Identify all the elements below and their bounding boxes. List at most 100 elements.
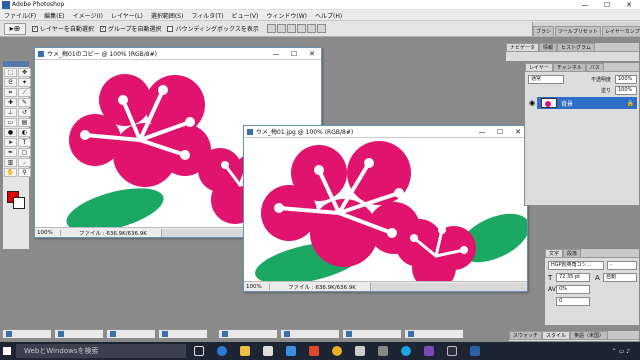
font-size-input[interactable]: 72.35 pt: [556, 273, 590, 282]
tab-channels[interactable]: チャンネル: [552, 63, 586, 71]
tab-swatches[interactable]: スウォッチ: [509, 331, 543, 339]
align-middle-icon[interactable]: [276, 24, 286, 33]
app-button[interactable]: [442, 343, 462, 359]
healing-brush-icon[interactable]: ✚: [4, 98, 17, 107]
type-tool-icon[interactable]: T: [18, 138, 31, 147]
menu-image[interactable]: イメージ(I): [69, 11, 107, 20]
auto-select-layer-option[interactable]: ✓ レイヤーを自動選択: [32, 24, 94, 33]
app-button[interactable]: [373, 343, 393, 359]
minimized-document[interactable]: [342, 329, 402, 339]
path-select-icon[interactable]: ➤: [4, 138, 17, 147]
history-brush-icon[interactable]: ↺: [18, 108, 31, 117]
font-style-select[interactable]: -: [607, 261, 637, 270]
tab-character[interactable]: 文字: [545, 249, 564, 257]
checkbox-icon[interactable]: [167, 25, 174, 32]
bounding-box-option[interactable]: バウンディングボックスを表示: [167, 24, 259, 33]
fill-input[interactable]: 100%: [615, 86, 637, 95]
move-tool-preset[interactable]: ▸⊕: [4, 22, 26, 35]
menu-select[interactable]: 選択範囲(S): [147, 11, 188, 20]
minimize-button[interactable]: —: [267, 50, 285, 58]
tab-styles[interactable]: スタイル: [542, 331, 571, 339]
file-size-info[interactable]: ファイル : 636.9K/636.9K: [61, 229, 161, 237]
minimized-document[interactable]: [54, 329, 104, 339]
gradient-tool-icon[interactable]: ▤: [18, 118, 31, 127]
tracking-input[interactable]: 0%: [556, 285, 590, 294]
align-top-icon[interactable]: [266, 24, 276, 33]
menu-help[interactable]: ヘルプ(H): [311, 11, 346, 20]
minimized-document[interactable]: [158, 329, 208, 339]
photoshop-taskbar-button[interactable]: [465, 343, 485, 359]
dodge-tool-icon[interactable]: ◐: [18, 128, 31, 137]
minimize-button[interactable]: —: [574, 0, 596, 10]
font-family-select[interactable]: HGP創英角ゴシ...: [548, 261, 604, 270]
pen-tool-icon[interactable]: ✒: [4, 148, 17, 157]
start-button[interactable]: [0, 342, 14, 360]
document-canvas[interactable]: [244, 138, 527, 281]
brush-tool-icon[interactable]: ✎: [18, 98, 31, 107]
maximize-button[interactable]: ☐: [491, 128, 509, 136]
task-view-button[interactable]: [189, 343, 209, 359]
tab-paths[interactable]: パス: [585, 63, 604, 71]
align-left-icon[interactable]: [296, 24, 306, 33]
checkbox-icon[interactable]: ✓: [32, 25, 38, 32]
eyedropper-icon[interactable]: ⸝: [18, 158, 31, 167]
app-button[interactable]: [419, 343, 439, 359]
palette-well-tab[interactable]: ブラシ: [533, 26, 554, 36]
skype-button[interactable]: [396, 343, 416, 359]
zoom-level[interactable]: 100%: [244, 283, 270, 290]
minimized-document[interactable]: [404, 329, 464, 339]
shape-tool-icon[interactable]: ▢: [18, 148, 31, 157]
taskbar-search-box[interactable]: WebとWindowsを検索: [16, 344, 186, 358]
eye-icon[interactable]: ◉: [527, 97, 537, 109]
maximize-button[interactable]: ☐: [285, 50, 303, 58]
menu-view[interactable]: ビュー(V): [228, 11, 263, 20]
align-bottom-icon[interactable]: [286, 24, 296, 33]
app-button[interactable]: [281, 343, 301, 359]
document-window-main[interactable]: ウメ_梅01.jpg @ 100% (RGB/8#) — ☐ ✕ 100% ファ…: [243, 125, 528, 292]
menu-edit[interactable]: 編集(E): [40, 11, 68, 20]
notes-tool-icon[interactable]: ▥: [4, 158, 17, 167]
close-button[interactable]: ✕: [618, 0, 640, 10]
palette-well-tab[interactable]: レイヤーカンプ: [601, 26, 640, 36]
marquee-tool-icon[interactable]: ⬚: [4, 68, 17, 77]
leading-input[interactable]: 自動: [603, 273, 637, 282]
close-button[interactable]: ✕: [303, 50, 321, 58]
minimized-document[interactable]: [2, 329, 52, 339]
minimized-document[interactable]: [106, 329, 156, 339]
eraser-tool-icon[interactable]: ▭: [4, 118, 17, 127]
app-button[interactable]: [350, 343, 370, 359]
tab-layers[interactable]: レイヤー: [525, 63, 553, 71]
blend-mode-select[interactable]: 通常: [528, 75, 564, 84]
tab-histogram[interactable]: ヒストグラム: [557, 43, 595, 51]
opacity-input[interactable]: 100%: [615, 75, 637, 84]
minimized-document[interactable]: [218, 329, 278, 339]
horizontal-scrollbar[interactable]: [370, 282, 527, 291]
lasso-tool-icon[interactable]: ᘓ: [4, 78, 17, 87]
move-tool-icon[interactable]: ✥: [18, 68, 31, 77]
zoom-tool-icon[interactable]: ⚲: [18, 168, 31, 177]
hand-tool-icon[interactable]: ✋: [4, 168, 17, 177]
align-right-icon[interactable]: [316, 24, 326, 33]
minimized-document[interactable]: [280, 329, 340, 339]
menu-window[interactable]: ウィンドウ(W): [262, 11, 311, 20]
background-color-swatch[interactable]: [13, 197, 25, 209]
file-size-info[interactable]: ファイル : 636.9K/636.9K: [270, 283, 370, 291]
app-button[interactable]: [304, 343, 324, 359]
align-center-icon[interactable]: [306, 24, 316, 33]
checkbox-icon[interactable]: ✓: [99, 25, 106, 32]
blur-tool-icon[interactable]: ●: [4, 128, 17, 137]
crop-tool-icon[interactable]: ⌗: [4, 88, 17, 97]
clone-stamp-icon[interactable]: ⊥: [4, 108, 17, 117]
zoom-level[interactable]: 100%: [35, 229, 61, 236]
menu-filter[interactable]: フィルタ(T): [187, 11, 227, 20]
tab-paragraph[interactable]: 段落: [563, 249, 582, 257]
maximize-button[interactable]: ☐: [596, 0, 618, 10]
tab-navigator[interactable]: ナビゲータ: [506, 43, 540, 51]
auto-select-group-option[interactable]: ✓ グループを自動選択: [99, 24, 161, 33]
document-title-bar[interactable]: ウメ_梅01のコピー @ 100% (RGB/8#) — ☐ ✕: [35, 48, 321, 60]
slice-tool-icon[interactable]: ⟋: [18, 88, 31, 97]
chrome-button[interactable]: [327, 343, 347, 359]
tray-icons[interactable]: ⌃ ▭ ♪: [612, 348, 630, 355]
language-select[interactable]: 英語（米国）: [570, 331, 609, 339]
edge-button[interactable]: [212, 343, 232, 359]
